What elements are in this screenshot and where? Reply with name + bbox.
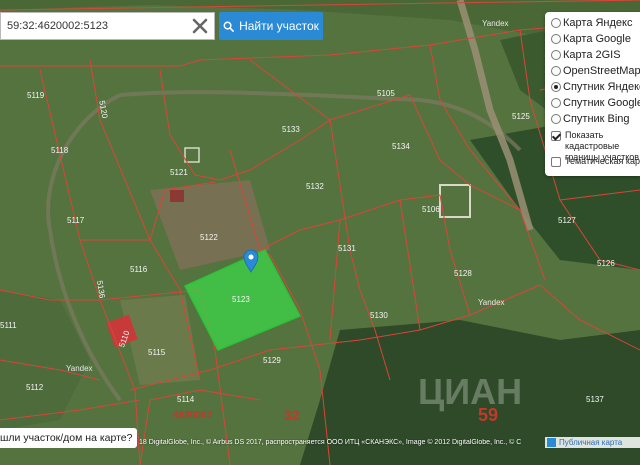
checkbox-icon[interactable]: [551, 157, 561, 167]
overlay-label: Тематическая карта: [565, 156, 640, 166]
plot-label: 5126: [597, 259, 615, 268]
layer-label: Карта 2GIS: [563, 49, 621, 61]
layer-label: Спутник Google: [563, 97, 640, 109]
public-map-icon: [547, 438, 556, 447]
radio-icon[interactable]: [551, 114, 561, 124]
plot-label: 5125: [512, 112, 530, 121]
plot-label: 5134: [392, 142, 410, 151]
plot-label: 5121: [170, 168, 188, 177]
layer-label: Спутник Bing: [563, 113, 630, 125]
plot-label: 5114: [177, 395, 195, 404]
search-icon: [223, 21, 235, 32]
cadastral-number-input[interactable]: [7, 13, 187, 39]
plot-label: 5118: [51, 146, 69, 155]
plot-label: 5127: [558, 216, 576, 225]
radio-icon[interactable]: [551, 50, 561, 60]
layer-option-yandex-satellite[interactable]: Спутник Яндекс: [551, 80, 640, 94]
find-plot-label: Найти участок: [239, 19, 319, 33]
layer-option-bing-satellite[interactable]: Спутник Bing: [551, 112, 630, 126]
layer-switcher: Карта Яндекс Карта Google Карта 2GIS Ope…: [545, 12, 640, 176]
plot-label: 5130: [370, 311, 388, 320]
layer-option-osm[interactable]: OpenStreetMap: [551, 64, 640, 78]
report-plot-button[interactable]: шли участок/дом на карте?: [0, 428, 137, 448]
plot-label: 5106: [422, 205, 440, 214]
plot-label: 5128: [454, 269, 472, 278]
plot-label: 5112: [26, 383, 44, 392]
layer-label: Карта Яндекс: [563, 17, 633, 29]
plot-label: 5111: [0, 321, 17, 330]
selected-plot-label: 5123: [232, 295, 250, 304]
plot-label: 5115: [148, 348, 166, 357]
radio-icon[interactable]: [551, 98, 561, 108]
layer-option-google-satellite[interactable]: Спутник Google: [551, 96, 640, 110]
public-map-label: Публичная карта: [559, 438, 623, 447]
building-small: [170, 190, 184, 202]
layer-option-2gis-map[interactable]: Карта 2GIS: [551, 48, 621, 62]
radio-icon[interactable]: [551, 66, 561, 76]
search-bar: [0, 12, 215, 40]
plot-label: 5133: [282, 125, 300, 134]
quarter-number-label: 4620002: [173, 410, 212, 421]
plot-label: 5129: [263, 356, 281, 365]
plot-label: 5105: [377, 89, 395, 98]
plot-label: 5131: [338, 244, 356, 253]
plot-label: 5132: [306, 182, 324, 191]
find-plot-button[interactable]: Найти участок: [219, 12, 323, 40]
satellite-map[interactable]: 5119 5120 5118 5121 5133 5105 5125 5134 …: [0, 0, 640, 465]
clear-icon[interactable]: [190, 16, 210, 36]
checkbox-checked-icon[interactable]: [551, 131, 561, 141]
plot-label: 5137: [586, 395, 604, 404]
layer-label: OpenStreetMap: [563, 65, 640, 77]
layer-option-yandex-map[interactable]: Карта Яндекс: [551, 16, 632, 30]
layer-label: Карта Google: [563, 33, 631, 45]
layer-option-google-map[interactable]: Карта Google: [551, 32, 631, 46]
public-map-link[interactable]: Публичная карта: [545, 437, 640, 448]
overlay-thematic-map[interactable]: Тематическая карта: [551, 156, 640, 167]
provider-mark: Yandex: [66, 364, 93, 373]
provider-mark: Yandex: [478, 298, 505, 307]
plot-label: 5116: [130, 265, 148, 274]
watermark: ЦИАН: [418, 371, 522, 412]
radio-icon[interactable]: [551, 18, 561, 28]
radio-selected-icon[interactable]: [551, 82, 561, 92]
report-plot-label: шли участок/дом на карте?: [0, 432, 133, 444]
map-copyright: 18 DigitalGlobe, Inc., © Airbus DS 2017,…: [139, 439, 522, 446]
plot-label: 5122: [200, 233, 218, 242]
radio-icon[interactable]: [551, 34, 561, 44]
plot-label: 5117: [67, 216, 85, 225]
plot-label: 5119: [27, 91, 45, 100]
layer-label: Спутник Яндекс: [563, 81, 640, 93]
provider-mark: Yandex: [482, 19, 509, 28]
district-number-label: 32: [284, 407, 300, 423]
